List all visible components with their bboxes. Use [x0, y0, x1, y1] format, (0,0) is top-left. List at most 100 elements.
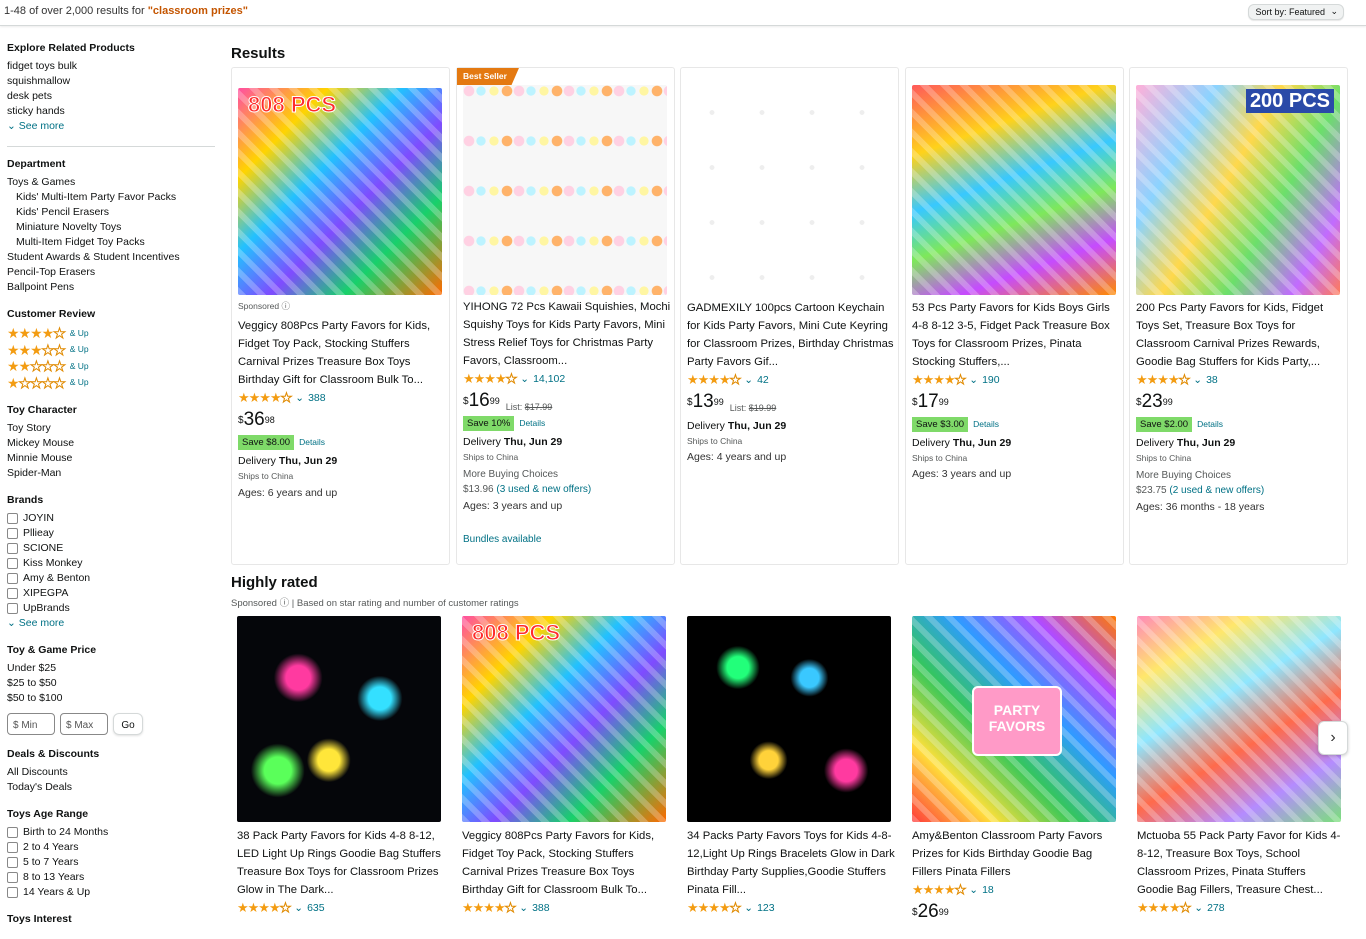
product-image[interactable] [463, 85, 667, 295]
price[interactable]: $26 99 [912, 902, 1120, 924]
price-range-link[interactable]: $50 to $100 [7, 691, 217, 706]
character-link[interactable]: Mickey Mouse [7, 436, 217, 451]
review-count[interactable]: 388 [308, 389, 326, 407]
deals-link[interactable]: All Discounts [7, 765, 217, 780]
checkbox[interactable] [7, 558, 18, 569]
age-checkbox-row[interactable]: 8 to 13 Years [7, 870, 217, 885]
details-link[interactable]: Details [1197, 415, 1223, 433]
department-link[interactable]: Multi-Item Fidget Toy Packs [7, 235, 217, 250]
product-card[interactable]: 808 PCS Sponsored ⓘ Veggicy 808Pcs Party… [231, 67, 450, 565]
offers-link[interactable]: (2 used & new offers) [1169, 485, 1264, 496]
checkbox[interactable] [7, 543, 18, 554]
checkbox[interactable] [7, 603, 18, 614]
brand-checkbox-row[interactable]: Amy & Benton [7, 571, 217, 586]
age-checkbox-row[interactable]: 2 to 4 Years [7, 840, 217, 855]
character-link[interactable]: Toy Story [7, 421, 217, 436]
sort-dropdown[interactable]: Sort by: Featured ⌄ [1248, 4, 1344, 20]
review-filter-1[interactable]: ★★★★★ & Up [7, 375, 217, 392]
character-link[interactable]: Spider-Man [7, 466, 217, 481]
price-range-link[interactable]: $25 to $50 [7, 676, 217, 691]
brand-checkbox-row[interactable]: SCIONE [7, 541, 217, 556]
checkbox[interactable] [7, 528, 18, 539]
related-link[interactable]: fidget toys bulk [7, 59, 217, 74]
product-card[interactable]: Best Seller YIHONG 72 Pcs Kawaii Squishi… [456, 67, 675, 565]
product-image[interactable] [687, 616, 891, 822]
character-link[interactable]: Minnie Mouse [7, 451, 217, 466]
carousel-card[interactable]: 38 Pack Party Favors for Kids 4-8 8-12, … [231, 616, 450, 926]
product-image[interactable] [1137, 616, 1341, 822]
details-link[interactable]: Details [299, 433, 325, 451]
department-link[interactable]: Kids' Pencil Erasers [7, 205, 217, 220]
review-count[interactable]: 123 [757, 899, 775, 917]
product-image[interactable] [237, 616, 441, 822]
review-filter-3[interactable]: ★★★★★ & Up [7, 342, 217, 359]
product-title[interactable]: 38 Pack Party Favors for Kids 4-8 8-12, … [237, 827, 445, 899]
product-card[interactable]: 200 PCS 200 Pcs Party Favors for Kids, F… [1129, 67, 1348, 565]
details-link[interactable]: Details [519, 414, 545, 432]
brand-checkbox-row[interactable]: UpBrands [7, 601, 217, 616]
rating-row[interactable]: ★★★★★ ⌄ 388 [238, 389, 446, 407]
product-image[interactable] [687, 85, 891, 295]
checkbox[interactable] [7, 588, 18, 599]
product-title[interactable]: 34 Packs Party Favors Toys for Kids 4-8-… [687, 827, 895, 899]
rating-row[interactable]: ★★★★★ ⌄ 14,102 [463, 370, 671, 388]
review-count[interactable]: 388 [532, 899, 550, 917]
checkbox[interactable] [7, 827, 18, 838]
product-image[interactable]: 200 PCS [1136, 85, 1340, 295]
product-title[interactable]: 53 Pcs Party Favors for Kids Boys Girls … [912, 299, 1120, 371]
rating-row[interactable]: ★★★★★ ⌄ 635 [237, 899, 445, 917]
rating-row[interactable]: ★★★★★ ⌄ 388 [462, 899, 670, 917]
rating-row[interactable]: ★★★★★ ⌄ 278 [1137, 899, 1345, 917]
review-filter-4[interactable]: ★★★★★ & Up [7, 325, 217, 342]
department-link[interactable]: Pencil-Top Erasers [7, 265, 217, 280]
info-icon[interactable]: ⓘ [282, 301, 291, 311]
checkbox[interactable] [7, 573, 18, 584]
price[interactable]: $17 99 [912, 392, 1120, 414]
review-count[interactable]: 42 [757, 371, 769, 389]
checkbox[interactable] [7, 842, 18, 853]
details-link[interactable]: Details [973, 415, 999, 433]
rating-row[interactable]: ★★★★★ ⌄ 42 [687, 371, 895, 389]
review-count[interactable]: 635 [307, 899, 325, 917]
department-link[interactable]: Toys & Games [7, 175, 217, 190]
rating-row[interactable]: ★★★★★ ⌄ 190 [912, 371, 1120, 389]
product-image[interactable]: PARTY FAVORS [912, 616, 1116, 822]
review-count[interactable]: 38 [1206, 371, 1218, 389]
product-image[interactable]: 808 PCS [238, 88, 442, 295]
carousel-card[interactable]: 808 PCS Veggicy 808Pcs Party Favors for … [456, 616, 675, 926]
related-link[interactable]: sticky hands [7, 104, 217, 119]
rating-row[interactable]: ★★★★★ ⌄ 18 [912, 881, 1120, 899]
deals-link[interactable]: Today's Deals [7, 780, 217, 795]
age-checkbox-row[interactable]: 14 Years & Up [7, 885, 217, 900]
product-image[interactable]: 808 PCS [462, 616, 666, 822]
product-title[interactable]: Veggicy 808Pcs Party Favors for Kids, Fi… [462, 827, 670, 899]
rating-row[interactable]: ★★★★★ ⌄ 123 [687, 899, 895, 917]
checkbox[interactable] [7, 872, 18, 883]
product-title[interactable]: Veggicy 808Pcs Party Favors for Kids, Fi… [238, 317, 446, 389]
go-button[interactable]: Go [113, 713, 143, 735]
product-card[interactable]: 53 Pcs Party Favors for Kids Boys Girls … [905, 67, 1124, 565]
rating-row[interactable]: ★★★★★ ⌄ 38 [1136, 371, 1344, 389]
price[interactable]: $16 99 List: $17.99 [463, 391, 671, 413]
related-link[interactable]: desk pets [7, 89, 217, 104]
carousel-card[interactable]: Mctuoba 55 Pack Party Favor for Kids 4-8… [1131, 616, 1350, 926]
price[interactable]: $23 99 [1136, 392, 1344, 414]
product-image[interactable] [912, 85, 1116, 295]
carousel-card[interactable]: PARTY FAVORS Amy&Benton Classroom Party … [906, 616, 1125, 926]
department-link[interactable]: Ballpoint Pens [7, 280, 217, 295]
see-more-brands[interactable]: ⌄ See more [7, 616, 217, 631]
department-link[interactable]: Student Awards & Student Incentives [7, 250, 217, 265]
offers-link[interactable]: (3 used & new offers) [496, 484, 591, 495]
price[interactable]: $13 99 List: $19.99 [687, 392, 895, 414]
info-icon[interactable]: ⓘ [280, 598, 290, 609]
product-title[interactable]: Amy&Benton Classroom Party Favors Prizes… [912, 827, 1120, 881]
department-link[interactable]: Miniature Novelty Toys [7, 220, 217, 235]
review-count[interactable]: 278 [1207, 899, 1225, 917]
price-range-link[interactable]: Under $25 [7, 661, 217, 676]
bundles-link[interactable]: Bundles available [463, 532, 671, 547]
product-title[interactable]: YIHONG 72 Pcs Kawaii Squishies, Mochi Sq… [463, 298, 671, 370]
min-price-input[interactable]: $ Min [7, 713, 55, 735]
brand-checkbox-row[interactable]: Kiss Monkey [7, 556, 217, 571]
see-more-related[interactable]: ⌄ See more [7, 119, 217, 134]
review-count[interactable]: 14,102 [533, 370, 565, 388]
